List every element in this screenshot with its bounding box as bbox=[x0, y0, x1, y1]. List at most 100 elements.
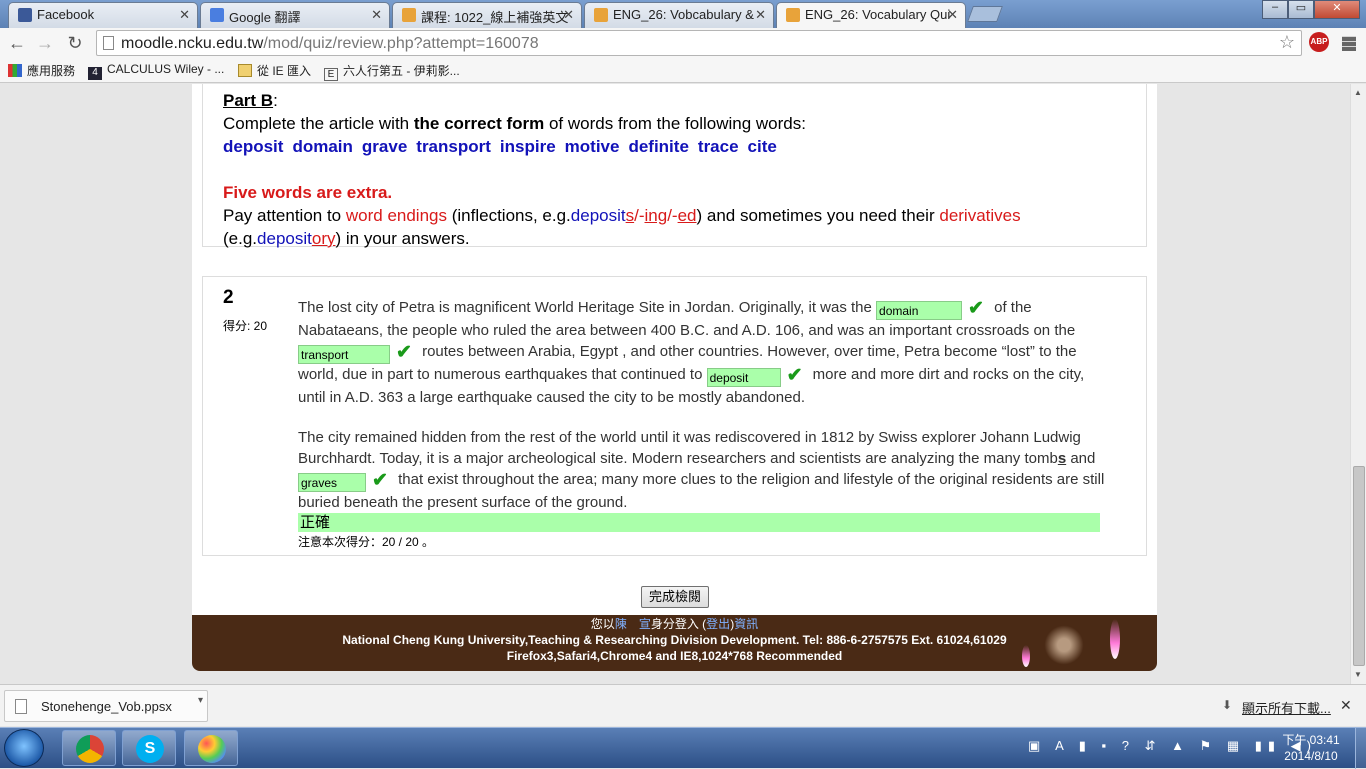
tab-close-icon[interactable]: ✕ bbox=[179, 7, 190, 23]
vocab-word: definite bbox=[628, 137, 689, 156]
text: that exist throughout the area; many mor… bbox=[298, 471, 1105, 511]
taskbar-chrome[interactable] bbox=[62, 730, 116, 766]
translate-icon bbox=[210, 8, 224, 22]
tab-close-icon[interactable]: ✕ bbox=[947, 7, 958, 23]
forward-icon[interactable]: → bbox=[34, 32, 56, 54]
text: (inflections, e.g. bbox=[447, 206, 571, 225]
wiley-icon: 4 bbox=[88, 67, 102, 80]
paragraph-2: The city remained hidden from the rest o… bbox=[298, 427, 1108, 513]
close-window-button[interactable]: ✕ bbox=[1314, 0, 1360, 19]
vocab-word: domain bbox=[292, 137, 353, 156]
login-info: 您以陳 宣身分登入 (登出)資訊 bbox=[192, 616, 1157, 632]
answer-field[interactable]: transport bbox=[298, 345, 390, 364]
page-viewport: Part B: Complete the article with the co… bbox=[0, 84, 1350, 684]
word-endings-text: word endings bbox=[345, 206, 447, 225]
apps-icon bbox=[8, 64, 22, 77]
tab-close-icon[interactable]: ✕ bbox=[755, 7, 766, 23]
bookmark-apps[interactable]: 應用服務 bbox=[8, 62, 75, 79]
answer-field[interactable]: domain bbox=[876, 301, 963, 320]
taskbar-paint[interactable] bbox=[184, 730, 238, 766]
close-icon[interactable]: ✕ bbox=[1340, 697, 1352, 714]
bookmark-label: 從 IE 匯入 bbox=[257, 64, 312, 78]
text: The lost city of Petra is magnificent Wo… bbox=[298, 299, 877, 316]
underlined-s: s bbox=[1057, 450, 1067, 467]
download-filename: Stonehenge_Vob.ppsx bbox=[41, 699, 172, 714]
derivatives-text: derivatives bbox=[939, 206, 1021, 225]
taskbar-skype[interactable]: S bbox=[122, 730, 176, 766]
start-button[interactable] bbox=[4, 729, 44, 767]
minimize-button[interactable]: – bbox=[1262, 0, 1288, 19]
logout-link[interactable]: 登出 bbox=[706, 617, 730, 631]
checkmark-icon: ✔ bbox=[786, 365, 803, 386]
example-word: deposit bbox=[257, 229, 312, 248]
answer-field[interactable]: graves bbox=[298, 473, 366, 492]
score-note: 注意本次得分：20 / 20 。 bbox=[298, 535, 435, 549]
show-all-downloads-link[interactable]: 顯示所有下載... bbox=[1242, 698, 1331, 717]
bookmarks-bar: 應用服務 4 CALCULUS Wiley - ... 從 IE 匯入 E 六人行第… bbox=[0, 58, 1366, 83]
colon: : bbox=[273, 91, 278, 110]
tab-course[interactable]: 課程: 1022_線上補強英文 ✕ bbox=[392, 2, 582, 28]
tab-close-icon[interactable]: ✕ bbox=[563, 7, 574, 23]
tab-vocab-quiz-active[interactable]: ENG_26: Vocabulary Qui ✕ bbox=[776, 2, 966, 29]
vocab-word: deposit bbox=[223, 137, 284, 156]
back-icon[interactable]: ← bbox=[6, 32, 28, 54]
suffix: ory bbox=[311, 229, 336, 248]
answer-field[interactable]: deposit bbox=[706, 368, 781, 387]
user-link[interactable]: 陳 宣 bbox=[615, 617, 651, 631]
moodle-icon bbox=[786, 8, 800, 22]
tab-facebook[interactable]: Facebook ✕ bbox=[8, 2, 198, 28]
new-tab-button[interactable] bbox=[967, 6, 1003, 22]
bookmark-calculus[interactable]: 4 CALCULUS Wiley - ... bbox=[88, 62, 224, 80]
question-box: 2 得分: 20 The lost city of Petra is magni… bbox=[202, 276, 1147, 556]
light-decoration bbox=[1110, 619, 1120, 659]
finish-review-button[interactable]: 完成檢閱 bbox=[641, 586, 709, 608]
restore-button[interactable]: ▭ bbox=[1288, 0, 1314, 19]
url-host: moodle.ncku.edu.tw bbox=[121, 35, 264, 52]
scroll-down-icon[interactable]: ▼ bbox=[1354, 670, 1362, 679]
clock-time: 下午 03:41 bbox=[1282, 733, 1340, 747]
bookmark-label: 應用服務 bbox=[27, 64, 76, 78]
tab-close-icon[interactable]: ✕ bbox=[371, 7, 382, 23]
suffix: s bbox=[625, 206, 635, 225]
scroll-thumb[interactable] bbox=[1353, 466, 1365, 666]
checkmark-icon: ✔ bbox=[372, 470, 388, 491]
tab-label: ENG_26: Vocabulary Qui bbox=[805, 7, 951, 22]
vertical-scrollbar[interactable]: ▲ ▼ bbox=[1350, 84, 1366, 684]
system-tray[interactable]: ▣ A ▮ ▪ ? ⇵ ▲ ⚑ ▦ ▮▮ ◀) bbox=[1028, 738, 1317, 754]
tab-vocab-1[interactable]: ENG_26: Vobcabulary & ✕ bbox=[584, 2, 774, 28]
paragraph-1: The lost city of Petra is magnificent Wo… bbox=[298, 297, 1108, 408]
chevron-down-icon[interactable]: ▾ bbox=[198, 695, 203, 706]
bookmark-star-icon[interactable]: ☆ bbox=[1279, 32, 1295, 53]
clock[interactable]: 下午 03:41 2014/8/10 bbox=[1276, 732, 1346, 764]
browser-toolbar: ← → ↻ moodle.ncku.edu.tw/mod/quiz/review… bbox=[0, 28, 1366, 58]
bold-text: the correct form bbox=[413, 114, 545, 133]
reload-icon[interactable]: ↻ bbox=[64, 32, 86, 54]
sep: /- bbox=[667, 206, 678, 225]
adblock-icon[interactable]: ABP bbox=[1309, 32, 1329, 52]
scroll-up-icon[interactable]: ▲ bbox=[1354, 88, 1362, 97]
menu-icon[interactable]: ▬ ▬ ▬ bbox=[1342, 29, 1356, 53]
question-score: 得分: 20 bbox=[223, 319, 268, 333]
tab-google-translate[interactable]: Google 翻譯 ✕ bbox=[200, 2, 390, 28]
show-desktop-button[interactable] bbox=[1355, 728, 1366, 769]
info-link[interactable]: 資訊 bbox=[734, 617, 758, 631]
vocab-word: transport bbox=[416, 137, 491, 156]
suffix: ed bbox=[677, 206, 697, 225]
address-bar[interactable]: moodle.ncku.edu.tw/mod/quiz/review.php?a… bbox=[96, 30, 1302, 56]
vocab-word: grave bbox=[361, 137, 408, 156]
tab-label: Google 翻譯 bbox=[229, 10, 301, 25]
vocab-word: inspire bbox=[499, 137, 556, 156]
bookmark-ie-import[interactable]: 從 IE 匯入 bbox=[238, 62, 311, 79]
download-item[interactable]: Stonehenge_Vob.ppsx ▾ bbox=[4, 690, 208, 722]
tab-label: 課程: 1022_線上補強英文 bbox=[421, 10, 569, 25]
question-text: The lost city of Petra is magnificent Wo… bbox=[298, 297, 1108, 513]
part-b-instructions: Part B: Complete the article with the co… bbox=[202, 84, 1147, 248]
example-word: deposit bbox=[570, 206, 626, 225]
bookmark-label: 六人行第五 - 伊莉影... bbox=[343, 64, 460, 78]
text: 您以 bbox=[590, 617, 615, 631]
question-number: 2 bbox=[223, 287, 234, 308]
chrome-icon bbox=[76, 735, 104, 763]
checkmark-icon: ✔ bbox=[396, 342, 412, 363]
e-icon: E bbox=[324, 68, 338, 81]
bookmark-friends[interactable]: E 六人行第五 - 伊莉影... bbox=[324, 62, 460, 81]
